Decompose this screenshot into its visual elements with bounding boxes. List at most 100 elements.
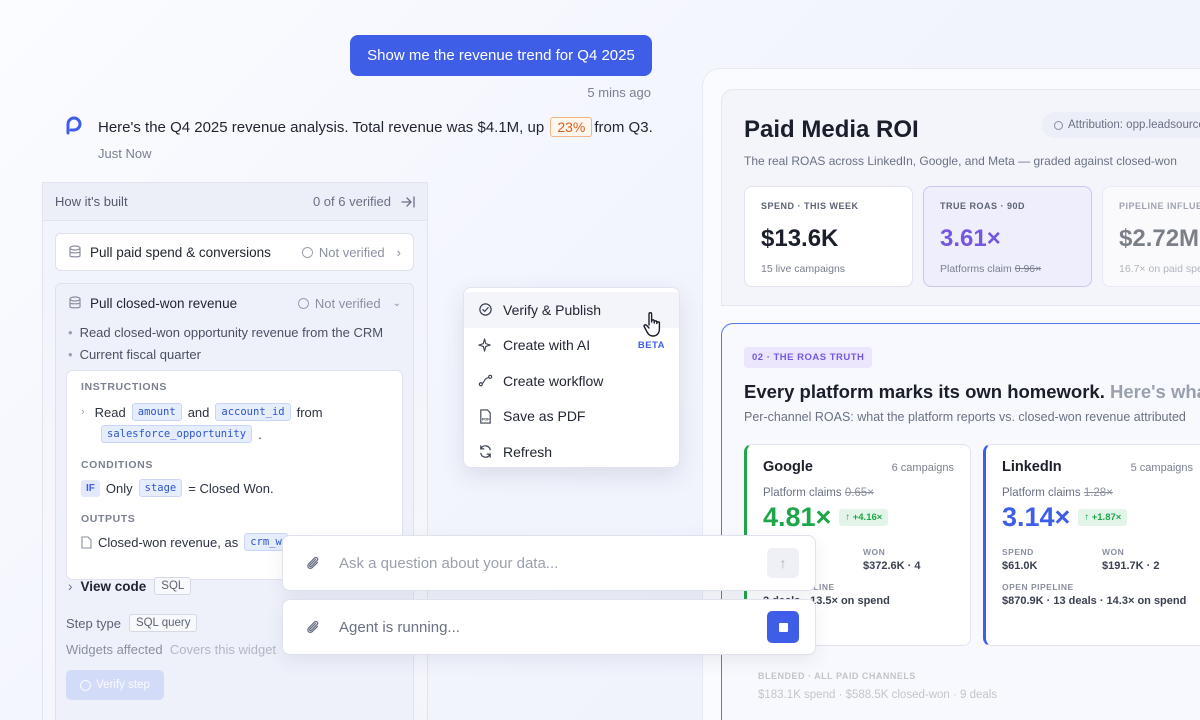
claim-prefix: Platform claims [763, 487, 842, 499]
code-account-id: account_id [215, 403, 291, 421]
kpi-spend: SPEND · THIS WEEK $13.6K 15 live campaig… [744, 186, 913, 287]
spend-value: $61.0K [1002, 560, 1038, 572]
attribution-chip[interactable]: Attribution: opp.leadsource [1042, 112, 1200, 138]
paperclip-icon[interactable] [305, 619, 321, 635]
badge-check-icon [479, 303, 492, 316]
collapse-panel-icon[interactable] [401, 195, 415, 208]
paperclip-icon[interactable] [305, 555, 321, 571]
spend-label: SPEND [1002, 547, 1034, 557]
roi-title: Paid Media ROI [744, 116, 919, 143]
conditions-line: IF Only stage = Closed Won. [81, 479, 388, 497]
roas-truth-card: 02 · THE ROAS TRUTH Every platform marks… [721, 323, 1200, 720]
info-circle-icon [1054, 120, 1063, 130]
step-type-label: Step type [66, 615, 121, 631]
sql-chip: SQL [154, 577, 192, 595]
won-value: $191.7K · 2 [1102, 560, 1160, 572]
step-pull-paid-spend[interactable]: Pull paid spend & conversions Not verifi… [55, 233, 414, 271]
agent-text-after: from Q3. [594, 119, 653, 136]
kpi-label: SPEND · THIS WEEK [761, 201, 859, 211]
agent-running-box: Agent is running... [282, 599, 816, 655]
user-message: Show me the revenue trend for Q4 2025 [350, 35, 652, 76]
menu-item-refresh[interactable]: Refresh [464, 434, 679, 470]
widgets-value: Covers this widget [169, 642, 277, 657]
campaign-count: 6 campaigns [891, 462, 954, 474]
blended-value: $183.1K spend · $588.5K closed-won · 9 d… [758, 689, 998, 701]
instructions-line-2: salesforce_opportunity. [101, 425, 388, 443]
step-status: Not verified [318, 244, 385, 260]
code-amount: amount [131, 403, 182, 421]
outputs-label: OUTPUTS [81, 513, 136, 525]
view-code-toggle[interactable]: › View code SQL [68, 577, 192, 595]
chevron-right-icon: › [81, 406, 85, 418]
kpi-label: PIPELINE INFLUENCED [1119, 201, 1200, 211]
chevron-down-icon: ⌄ [392, 297, 401, 309]
chevron-right-icon: › [68, 578, 73, 594]
attribution-label: Attribution: opp.leadsource [1068, 119, 1200, 131]
cond-text: = Closed Won. [188, 480, 274, 496]
if-badge: IF [81, 479, 100, 497]
kpi-sub: 15 live campaigns [761, 263, 846, 275]
kpi-value: $13.6K [761, 225, 839, 252]
pdf-icon: PDF [480, 409, 491, 424]
cond-text: Only [105, 480, 133, 496]
kpi-sub-prefix: Platforms claim [940, 263, 1012, 275]
won-label: WON [1102, 547, 1125, 557]
database-icon [69, 245, 81, 258]
menu-item-save-pdf[interactable]: PDF Save as PDF [464, 399, 679, 435]
section-title: Every platform marks its own homework. H… [744, 381, 1200, 403]
check-circle-icon [80, 679, 92, 691]
ask-input-placeholder[interactable]: Ask a question about your data... [339, 555, 749, 572]
section-title-muted: Here's what [1110, 381, 1200, 402]
agent-text-before: Here's the Q4 2025 revenue analysis. Tot… [98, 119, 545, 136]
stop-icon [778, 622, 788, 632]
blended-label: BLENDED · ALL PAID CHANNELS [758, 671, 916, 681]
code-stage: stage [138, 479, 183, 497]
pipeline-value: $870.9K · 13 deals · 14.3× on spend [1002, 595, 1187, 607]
send-button[interactable]: ↑ [767, 548, 799, 578]
menu-item-create-workflow[interactable]: Create workflow [464, 363, 679, 399]
hand-pointer-cursor-icon [643, 312, 661, 337]
code-table: salesforce_opportunity [101, 425, 253, 443]
agent-message-time: Just Now [98, 146, 152, 161]
verified-count: 0 of 6 verified [312, 194, 391, 209]
kpi-pipeline: PIPELINE INFLUENCED $2.72M 16.7× on paid… [1102, 186, 1200, 287]
beta-badge: BETA [637, 339, 665, 351]
menu-item-label: Verify & Publish [503, 301, 602, 318]
claim-value: 1.28× [1083, 487, 1113, 499]
roi-subtitle: The real ROAS across LinkedIn, Google, a… [744, 154, 1177, 168]
status-circle-icon [301, 246, 313, 258]
instr-text: Read [94, 404, 126, 420]
document-icon [81, 535, 92, 549]
instr-text: from [296, 404, 323, 420]
status-circle-icon [297, 297, 309, 309]
true-roas-value: 4.81× [763, 502, 832, 532]
agent-highlight: 23% [550, 117, 593, 137]
refresh-icon [480, 445, 491, 459]
channel-name: LinkedIn [1002, 459, 1062, 475]
bullet-item: Read closed-won opportunity revenue from… [68, 322, 413, 344]
step-label: Pull paid spend & conversions [90, 244, 271, 260]
svg-text:PDF: PDF [482, 417, 490, 421]
agent-logo-icon [66, 116, 82, 135]
conditions-label: CONDITIONS [81, 459, 153, 471]
kpi-value: $2.72M [1119, 225, 1200, 252]
verify-step-button[interactable]: Verify step [66, 670, 164, 700]
blended-summary: BLENDED · ALL PAID CHANNELS $183.1K spen… [758, 671, 997, 701]
section-title-main: Every platform marks its own homework. [744, 381, 1105, 402]
roas-delta: ↑ +4.16× [839, 509, 889, 526]
step-header[interactable]: Pull closed-won revenue Not verified ⌄ [56, 284, 413, 322]
platform-claim: Platform claims 1.28× [1002, 487, 1193, 499]
menu-item-label: Refresh [503, 443, 553, 460]
verify-step-label: Verify step [96, 679, 150, 691]
view-code-label: View code [80, 578, 147, 594]
claim-prefix: Platform claims [1002, 487, 1081, 499]
step-label: Pull closed-won revenue [90, 295, 238, 311]
instr-text: and [187, 404, 210, 420]
instructions-label: INSTRUCTIONS [81, 381, 167, 393]
menu-item-label: Create workflow [503, 372, 604, 389]
build-panel-header: How it's built 0 of 6 verified [43, 183, 427, 221]
kpi-sub: Platforms claim 0.96× [940, 263, 1075, 275]
build-panel-title: How it's built [55, 194, 128, 209]
ask-question-box[interactable]: Ask a question about your data... ↑ [282, 535, 816, 591]
stop-button[interactable] [767, 611, 799, 643]
